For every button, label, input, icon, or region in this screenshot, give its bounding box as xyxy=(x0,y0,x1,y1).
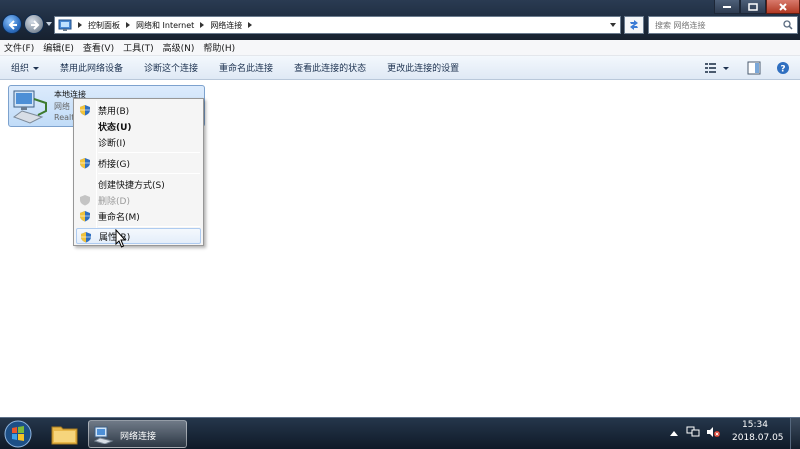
menu-item-properties[interactable]: 属性(R) xyxy=(76,228,201,244)
network-adapter-icon xyxy=(12,90,47,124)
command-bar: 组织 禁用此网络设备 诊断这个连接 重命名此连接 查看此连接的状态 更改此连接的… xyxy=(0,56,800,80)
menu-item-label: 状态(U) xyxy=(98,122,132,133)
window-title-bar: 控制面板 网络和 Internet 网络连接 xyxy=(0,0,800,40)
address-bar[interactable]: 控制面板 网络和 Internet 网络连接 xyxy=(54,16,621,34)
taskbar: 网络连接 xyxy=(0,417,800,449)
menu-item-diagnose[interactable]: 诊断(I) xyxy=(76,134,201,150)
menu-separator xyxy=(98,226,200,227)
back-button[interactable] xyxy=(2,14,22,34)
volume-muted-icon[interactable] xyxy=(706,426,720,438)
close-icon xyxy=(779,2,787,11)
maximize-button[interactable] xyxy=(740,0,766,14)
forward-button[interactable] xyxy=(24,14,44,34)
uac-shield-icon xyxy=(80,211,90,222)
organize-button[interactable]: 组织 xyxy=(11,61,40,74)
clock-date[interactable]: 2018.07.05 xyxy=(732,433,784,443)
start-button-icon[interactable] xyxy=(3,420,33,448)
network-tray-icon[interactable] xyxy=(686,426,700,438)
connection-network: 网络 xyxy=(54,102,70,111)
uac-shield-disabled-icon xyxy=(80,195,90,206)
breadcrumb-network-internet[interactable]: 网络和 Internet xyxy=(136,20,194,31)
menu-item-disable[interactable]: 禁用(B) xyxy=(76,102,201,118)
taskbar-window-network-connections[interactable]: 网络连接 xyxy=(88,420,187,448)
breadcrumb-separator[interactable] xyxy=(126,22,130,28)
arrow-right-icon xyxy=(31,20,40,30)
menu-item-create-shortcut[interactable]: 创建快捷方式(S) xyxy=(76,176,201,192)
change-view-icon[interactable] xyxy=(703,61,729,75)
refresh-button[interactable] xyxy=(624,16,644,34)
chevron-down-icon xyxy=(33,67,40,70)
rename-connection-button[interactable]: 重命名此连接 xyxy=(219,61,273,74)
svg-text:?: ? xyxy=(780,65,785,75)
menu-separator xyxy=(98,152,200,153)
menu-tools[interactable]: 工具(T) xyxy=(123,41,154,54)
search-input[interactable] xyxy=(649,17,779,33)
menu-item-rename[interactable]: 重命名(M) xyxy=(76,208,201,224)
mouse-pointer-icon xyxy=(115,229,127,248)
breadcrumb-separator[interactable] xyxy=(200,22,205,28)
help-icon[interactable]: ? xyxy=(776,61,790,75)
breadcrumb-separator[interactable] xyxy=(78,22,82,28)
uac-shield-icon xyxy=(80,158,90,169)
minimize-icon xyxy=(723,5,731,8)
diagnose-connection-button[interactable]: 诊断这个连接 xyxy=(144,61,198,74)
search-box[interactable] xyxy=(648,16,798,34)
file-explorer-taskbar-icon[interactable] xyxy=(47,420,82,448)
menu-item-bridge[interactable]: 桥接(G) xyxy=(76,155,201,171)
refresh-icon xyxy=(630,20,638,30)
control-panel-icon xyxy=(58,19,72,31)
arrow-left-icon xyxy=(8,20,17,30)
breadcrumb-control-panel[interactable]: 控制面板 xyxy=(88,20,120,31)
show-desktop-button[interactable] xyxy=(790,418,800,449)
menu-item-label: 删除(D) xyxy=(98,196,130,207)
menu-item-label: 禁用(B) xyxy=(98,106,130,117)
menu-separator xyxy=(98,173,200,174)
breadcrumb-separator[interactable] xyxy=(248,22,253,28)
network-connections-icon xyxy=(94,426,114,444)
close-button[interactable] xyxy=(766,0,800,14)
disable-device-button[interactable]: 禁用此网络设备 xyxy=(60,61,123,74)
menu-item-label: 创建快捷方式(S) xyxy=(98,180,165,191)
menu-item-label: 重命名(M) xyxy=(98,212,140,223)
uac-shield-icon xyxy=(81,232,91,243)
change-settings-button[interactable]: 更改此连接的设置 xyxy=(387,61,459,74)
menu-item-label: 诊断(I) xyxy=(98,138,126,149)
minimize-button[interactable] xyxy=(714,0,740,14)
menu-item-label: 桥接(G) xyxy=(98,159,130,170)
menu-advanced[interactable]: 高级(N) xyxy=(163,41,195,54)
menu-bar: 文件(F) 编辑(E) 查看(V) 工具(T) 高级(N) 帮助(H) xyxy=(0,40,800,56)
view-status-button[interactable]: 查看此连接的状态 xyxy=(294,61,366,74)
clock-time[interactable]: 15:34 xyxy=(742,420,768,430)
menu-item-delete: 删除(D) xyxy=(76,192,201,208)
breadcrumb-network-connections[interactable]: 网络连接 xyxy=(210,20,242,31)
show-hidden-icons-icon[interactable] xyxy=(670,430,678,436)
taskbar-window-label: 网络连接 xyxy=(120,432,157,442)
uac-shield-icon xyxy=(80,105,90,116)
restore-icon xyxy=(748,2,758,11)
organize-label: 组织 xyxy=(11,64,30,74)
search-icon[interactable] xyxy=(783,20,793,30)
menu-file[interactable]: 文件(F) xyxy=(4,41,34,54)
menu-item-status[interactable]: 状态(U) xyxy=(76,118,201,134)
menu-edit[interactable]: 编辑(E) xyxy=(43,41,74,54)
connection-adapter: Realt xyxy=(54,113,75,122)
recent-pages-dropdown-icon[interactable] xyxy=(46,22,52,26)
preview-pane-icon[interactable] xyxy=(747,61,761,75)
menu-view[interactable]: 查看(V) xyxy=(83,41,114,54)
context-menu: 禁用(B) 状态(U) 诊断(I) 桥接(G) 创建快捷方式(S) 删除(D) … xyxy=(73,98,204,246)
address-history-dropdown-icon[interactable] xyxy=(610,23,616,27)
menu-help[interactable]: 帮助(H) xyxy=(203,41,235,54)
